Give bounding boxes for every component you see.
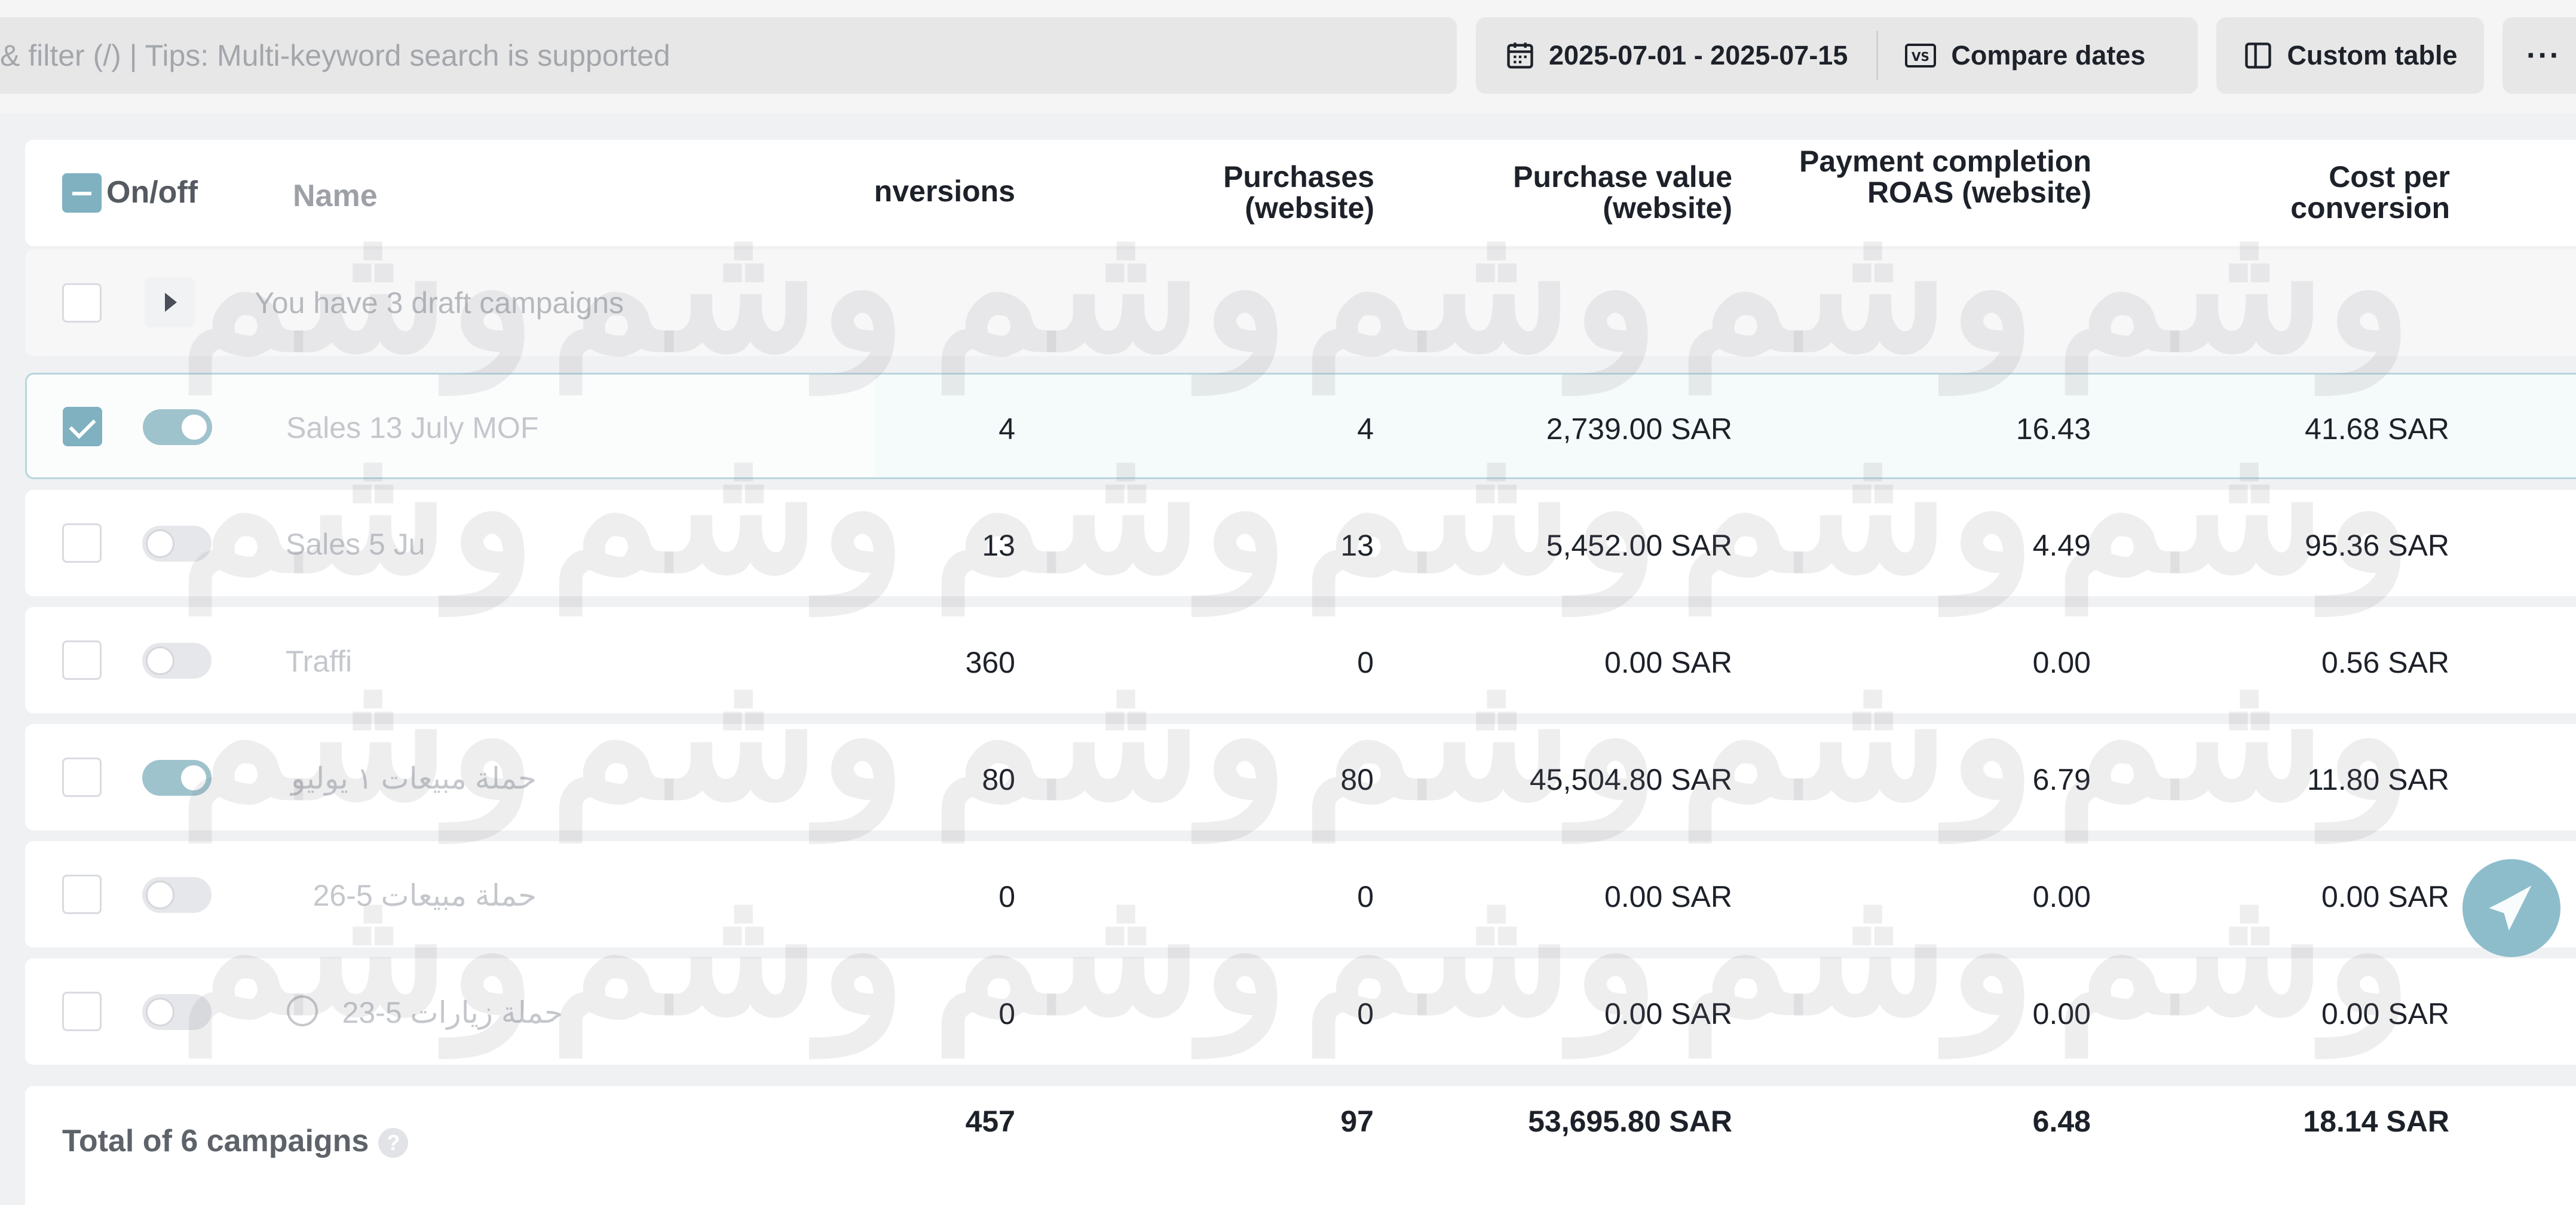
header-conversions[interactable]: nversions [874,176,1015,207]
roas-cell: 4.49 [2032,529,2091,562]
purchases-cell: 0 [1357,646,1374,679]
total-roas: 6.48 [2032,1105,2091,1138]
total-label-text: Total of 6 campaigns [62,1124,369,1158]
conversions-cell: 0 [998,997,1015,1031]
more-icon: ··· [2526,38,2561,73]
conversions-cell: 360 [965,646,1015,679]
row-checkbox[interactable] [62,640,102,680]
status-toggle[interactable] [142,994,212,1030]
roas-cell: 0.00 [2032,880,2091,913]
svg-text:VS: VS [1912,50,1929,64]
table-row[interactable]: Sales 13 July MOF 4 4 2,739.00 SAR 16.43… [25,373,2576,479]
table-row[interactable]: حملة مبيعات ١ يوليو 80 80 45,504.80 SAR … [25,724,2576,830]
purchase-value-cell: 0.00 SAR [1604,997,1732,1031]
draft-row-checkbox[interactable] [62,283,102,323]
total-purchase-value: 53,695.80 SAR [1528,1105,1732,1138]
conversions-cell: 80 [982,763,1015,796]
header-name[interactable]: Name [293,178,378,214]
purchases-cell: 80 [1340,763,1374,796]
campaign-name[interactable]: حملة مبيعات ١ يوليو [286,761,537,796]
columns-icon [2245,42,2272,69]
total-cost-per-conversion: 18.14 SAR [2303,1105,2449,1138]
total-purchases: 97 [1340,1105,1374,1138]
table-row[interactable]: Traffi 360 0 0.00 SAR 0.00 0.56 SAR [25,607,2576,713]
status-toggle[interactable] [142,760,212,796]
header-cost-per-conversion[interactable]: Cost per conversion [2223,161,2450,223]
toolbar: & filter (/) | Tips: Multi-keyword searc… [0,0,2576,114]
row-checkbox[interactable] [62,523,102,563]
purchases-cell: 0 [1357,880,1374,913]
row-checkbox[interactable] [62,875,102,914]
campaign-name[interactable]: حملة مبيعات 5-26 [286,878,537,913]
search-placeholder: & filter (/) | Tips: Multi-keyword searc… [0,39,670,72]
custom-table-button[interactable]: Custom table [2216,17,2484,94]
vs-icon: VS [1905,44,1937,68]
campaign-name[interactable]: Sales 13 July MOF [286,410,538,445]
purchase-value-cell: 5,452.00 SAR [1546,529,1732,562]
cost-per-conversion-cell: 0.56 SAR [2321,646,2449,679]
campaign-table: On/off Name nversions Purchases (website… [25,140,2576,1072]
custom-table-label: Custom table [2287,40,2458,70]
cost-per-conversion-cell: 0.00 SAR [2321,880,2449,913]
purchase-value-cell: 0.00 SAR [1604,646,1732,679]
status-toggle[interactable] [142,526,212,562]
cost-per-conversion-cell: 95.36 SAR [2305,529,2449,562]
upload-icon [287,995,318,1026]
conversions-cell: 0 [998,880,1015,913]
header-roas[interactable]: Payment completion ROAS (website) [1781,146,2091,208]
purchase-value-cell: 0.00 SAR [1604,880,1732,913]
sparkle-icon [2489,885,2532,931]
row-checkbox[interactable] [63,407,102,446]
status-toggle[interactable] [142,877,212,913]
row-checkbox[interactable] [62,992,102,1031]
purchase-value-cell: 45,504.80 SAR [1529,763,1732,796]
purchases-cell: 13 [1340,529,1374,562]
cost-per-conversion-cell: 41.68 SAR [2305,412,2449,446]
row-checkbox[interactable] [62,758,102,797]
purchases-cell: 0 [1357,997,1374,1031]
select-all-checkbox[interactable] [62,173,102,213]
cost-per-conversion-cell: 0.00 SAR [2321,997,2449,1031]
help-icon[interactable]: ? [378,1128,409,1158]
table-row[interactable]: حملة زيارات 5-23 0 0 0.00 SAR 0.00 0.00 … [25,958,2576,1065]
table-row[interactable]: حملة مبيعات 5-26 0 0 0.00 SAR 0.00 0.00 … [25,841,2576,948]
cost-per-conversion-cell: 11.80 SAR [2307,763,2449,796]
header-on-off: On/off [106,175,198,210]
calendar-icon [1507,42,1533,69]
date-range-group: 2025-07-01 - 2025-07-15 VS Compare dates [1476,17,2198,94]
date-range-text: 2025-07-01 - 2025-07-15 [1549,40,1848,70]
purchases-cell: 4 [1357,412,1374,446]
assistant-float-button[interactable] [2462,859,2560,957]
table-row[interactable]: Sales 5 Ju 13 13 5,452.00 SAR 4.49 95.36… [25,490,2576,596]
compare-dates-label: Compare dates [1951,40,2146,70]
roas-cell: 0.00 [2032,646,2091,679]
date-range-picker[interactable]: 2025-07-01 - 2025-07-15 [1476,17,1876,94]
compare-dates-button[interactable]: VS Compare dates [1878,17,2174,94]
conversions-cell: 13 [982,529,1015,562]
total-label: Total of 6 campaigns? [62,1123,409,1159]
status-toggle[interactable] [142,643,212,679]
roas-cell: 6.79 [2032,763,2091,796]
total-row: Total of 6 campaigns? 457 97 53,695.80 S… [25,1086,2576,1205]
status-toggle[interactable] [143,409,212,445]
roas-cell: 16.43 [2016,412,2091,446]
conversions-cell: 4 [998,412,1015,446]
table-header: On/off Name nversions Purchases (website… [25,140,2576,246]
campaign-name[interactable]: Sales 5 Ju [286,527,425,562]
purchase-value-cell: 2,739.00 SAR [1546,412,1732,446]
campaign-name[interactable]: Traffi [286,644,352,679]
campaign-name[interactable]: حملة زيارات 5-23 [324,995,563,1030]
expand-arrow-icon[interactable] [145,277,195,327]
draft-campaigns-label: You have 3 draft campaigns [255,286,624,320]
search-input[interactable]: & filter (/) | Tips: Multi-keyword searc… [0,17,1457,94]
roas-cell: 0.00 [2032,997,2091,1031]
more-options-button[interactable]: ··· [2503,17,2576,94]
header-purchases[interactable]: Purchases (website) [1195,161,1374,223]
header-purchase-value[interactable]: Purchase value (website) [1457,161,1732,223]
draft-campaigns-row[interactable]: You have 3 draft campaigns [25,250,2576,356]
total-conversions: 457 [965,1105,1015,1138]
